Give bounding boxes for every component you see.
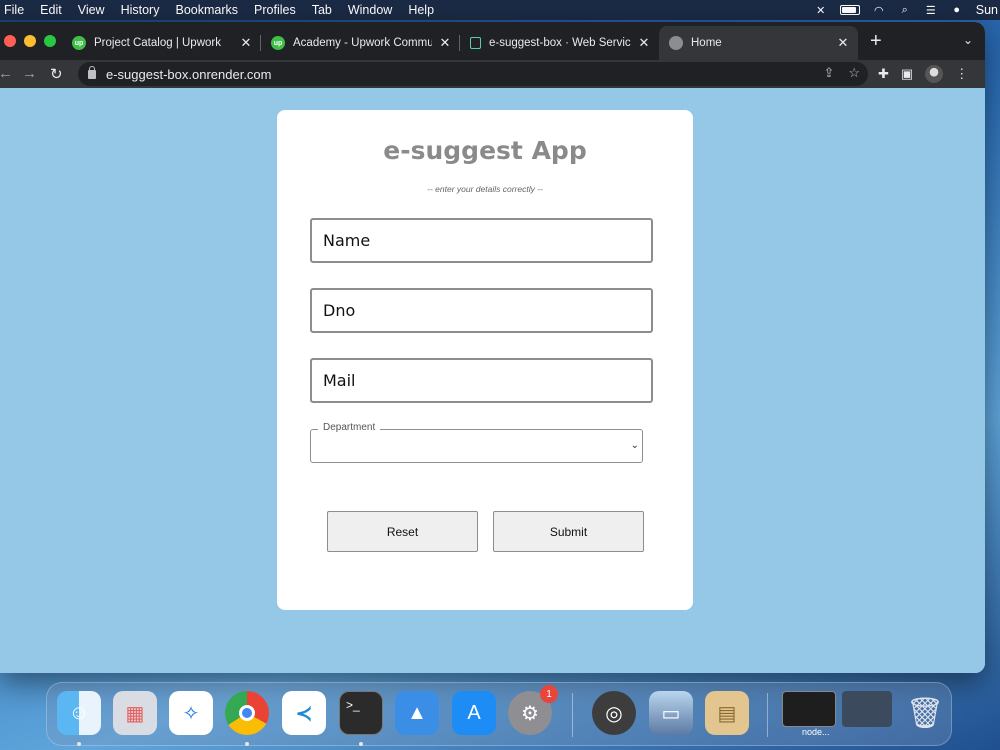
globe-icon (669, 36, 683, 50)
lock-icon[interactable] (88, 65, 96, 79)
submit-button[interactable]: Submit (493, 511, 644, 552)
chrome-menu-icon[interactable]: ⋮ (955, 66, 968, 82)
menu-file[interactable]: File (4, 3, 24, 17)
tab-academy[interactable]: up Academy - Upwork Community ✕ (261, 26, 460, 60)
new-tab-button[interactable]: + (870, 31, 882, 51)
minimized-window-label: node... (802, 727, 830, 737)
tab-project-catalog[interactable]: up Project Catalog | Upwork ✕ (62, 26, 261, 60)
status-area: ✕ ◠ ⌕ ☰ ● Sun (814, 0, 1000, 20)
tab-title: Project Catalog | Upwork (94, 37, 221, 49)
menu-edit[interactable]: Edit (40, 3, 62, 17)
browser-window: up Project Catalog | Upwork ✕ up Academy… (0, 22, 985, 673)
finder-icon[interactable]: ☺ (57, 691, 101, 735)
form-card: e-suggest App -- enter your details corr… (277, 110, 693, 610)
control-center-icon[interactable]: ☰ (924, 4, 938, 17)
clock[interactable]: Sun (976, 3, 998, 17)
safari-icon[interactable]: ✧ (169, 691, 213, 735)
minimized-finder-window[interactable] (842, 691, 892, 727)
close-window-button[interactable] (4, 35, 16, 47)
wifi-icon[interactable]: ◠ (872, 4, 886, 17)
url-text[interactable]: e-suggest-box.onrender.com (106, 67, 271, 82)
form-subtitle: -- enter your details correctly -- (427, 184, 543, 194)
close-icon[interactable]: ✕ (239, 35, 253, 51)
browser-toolbar: ← → ↻ e-suggest-box.onrender.com ⇪ ☆ ✚ ▣… (0, 60, 985, 88)
page-title: e-suggest App (383, 136, 587, 165)
spotlight-search-icon[interactable]: ⌕ (898, 4, 912, 16)
app-store-icon[interactable]: A (452, 691, 496, 735)
mute-icon[interactable]: ✕ (814, 4, 828, 17)
preview-icon[interactable]: ▭ (649, 691, 693, 735)
upwork-icon: up (271, 36, 285, 50)
quicktime-icon[interactable]: ◎ (592, 691, 636, 735)
trash-icon[interactable]: 🗑 (903, 691, 947, 735)
minimize-window-button[interactable] (24, 35, 36, 47)
mail-placeholder: Mail (323, 371, 356, 390)
page-viewport: e-suggest App -- enter your details corr… (0, 88, 985, 673)
forward-arrow-icon[interactable]: → (22, 65, 37, 82)
menu-help[interactable]: Help (408, 3, 434, 17)
menu-view[interactable]: View (78, 3, 105, 17)
macos-menu-bar: File Edit View History Bookmarks Profile… (0, 0, 1000, 20)
tab-title: Home (691, 37, 722, 49)
tab-search-chevron-icon[interactable]: ⌄ (963, 33, 973, 47)
macos-dock: ☺ ▦ ✧ ≺ >_ ▲ A ⚙ 1 ◎ ▭ ▤ node... 🗑 (46, 682, 952, 746)
window-controls (4, 35, 56, 47)
menu-tab[interactable]: Tab (312, 3, 332, 17)
upwork-icon: up (72, 36, 86, 50)
profile-avatar[interactable] (925, 65, 944, 83)
archive-utility-icon[interactable]: ▤ (705, 691, 749, 735)
tab-strip: up Project Catalog | Upwork ✕ up Academy… (0, 22, 985, 60)
dno-input[interactable]: Dno (310, 288, 653, 333)
menu-window[interactable]: Window (348, 3, 392, 17)
battery-icon[interactable] (839, 5, 860, 15)
tab-e-suggest-box[interactable]: e-suggest-box · Web Service ✕ (460, 26, 659, 60)
reset-button[interactable]: Reset (327, 511, 478, 552)
tab-title: e-suggest-box · Web Service (489, 37, 631, 49)
menu-bookmarks[interactable]: Bookmarks (175, 3, 238, 17)
menu-history[interactable]: History (121, 3, 160, 17)
address-bar[interactable]: e-suggest-box.onrender.com ⇪ ☆ (78, 62, 868, 86)
minimized-terminal-window[interactable] (782, 691, 836, 727)
launchpad-icon[interactable]: ▦ (113, 691, 157, 735)
department-label: Department (318, 422, 381, 433)
extensions-puzzle-icon[interactable]: ✚ (878, 66, 889, 82)
render-icon (470, 37, 481, 49)
vscode-icon[interactable]: ≺ (282, 691, 326, 735)
notification-badge: 1 (540, 685, 558, 703)
side-panel-icon[interactable]: ▣ (901, 66, 913, 82)
mail-input[interactable]: Mail (310, 358, 653, 403)
department-select[interactable]: Department ⌄ (310, 422, 643, 463)
reload-icon[interactable]: ↻ (50, 65, 63, 83)
share-icon[interactable]: ⇪ (823, 65, 834, 81)
terminal-icon[interactable]: >_ (339, 691, 383, 735)
siri-icon[interactable]: ● (950, 4, 964, 16)
chrome-icon[interactable] (225, 691, 269, 735)
back-arrow-icon[interactable]: ← (0, 65, 13, 82)
close-icon[interactable]: ✕ (438, 35, 452, 51)
tab-home[interactable]: Home ✕ (659, 26, 858, 60)
close-icon[interactable]: ✕ (836, 35, 850, 51)
chevron-down-icon: ⌄ (630, 440, 639, 451)
tab-title: Academy - Upwork Community (293, 37, 432, 49)
name-placeholder: Name (323, 231, 371, 250)
zoom-window-button[interactable] (44, 35, 56, 47)
close-icon[interactable]: ✕ (637, 35, 651, 51)
menu-profiles[interactable]: Profiles (254, 3, 296, 17)
keynote-icon[interactable]: ▲ (395, 691, 439, 735)
dno-placeholder: Dno (323, 301, 356, 320)
bookmark-star-icon[interactable]: ☆ (848, 65, 860, 81)
name-input[interactable]: Name (310, 218, 653, 263)
